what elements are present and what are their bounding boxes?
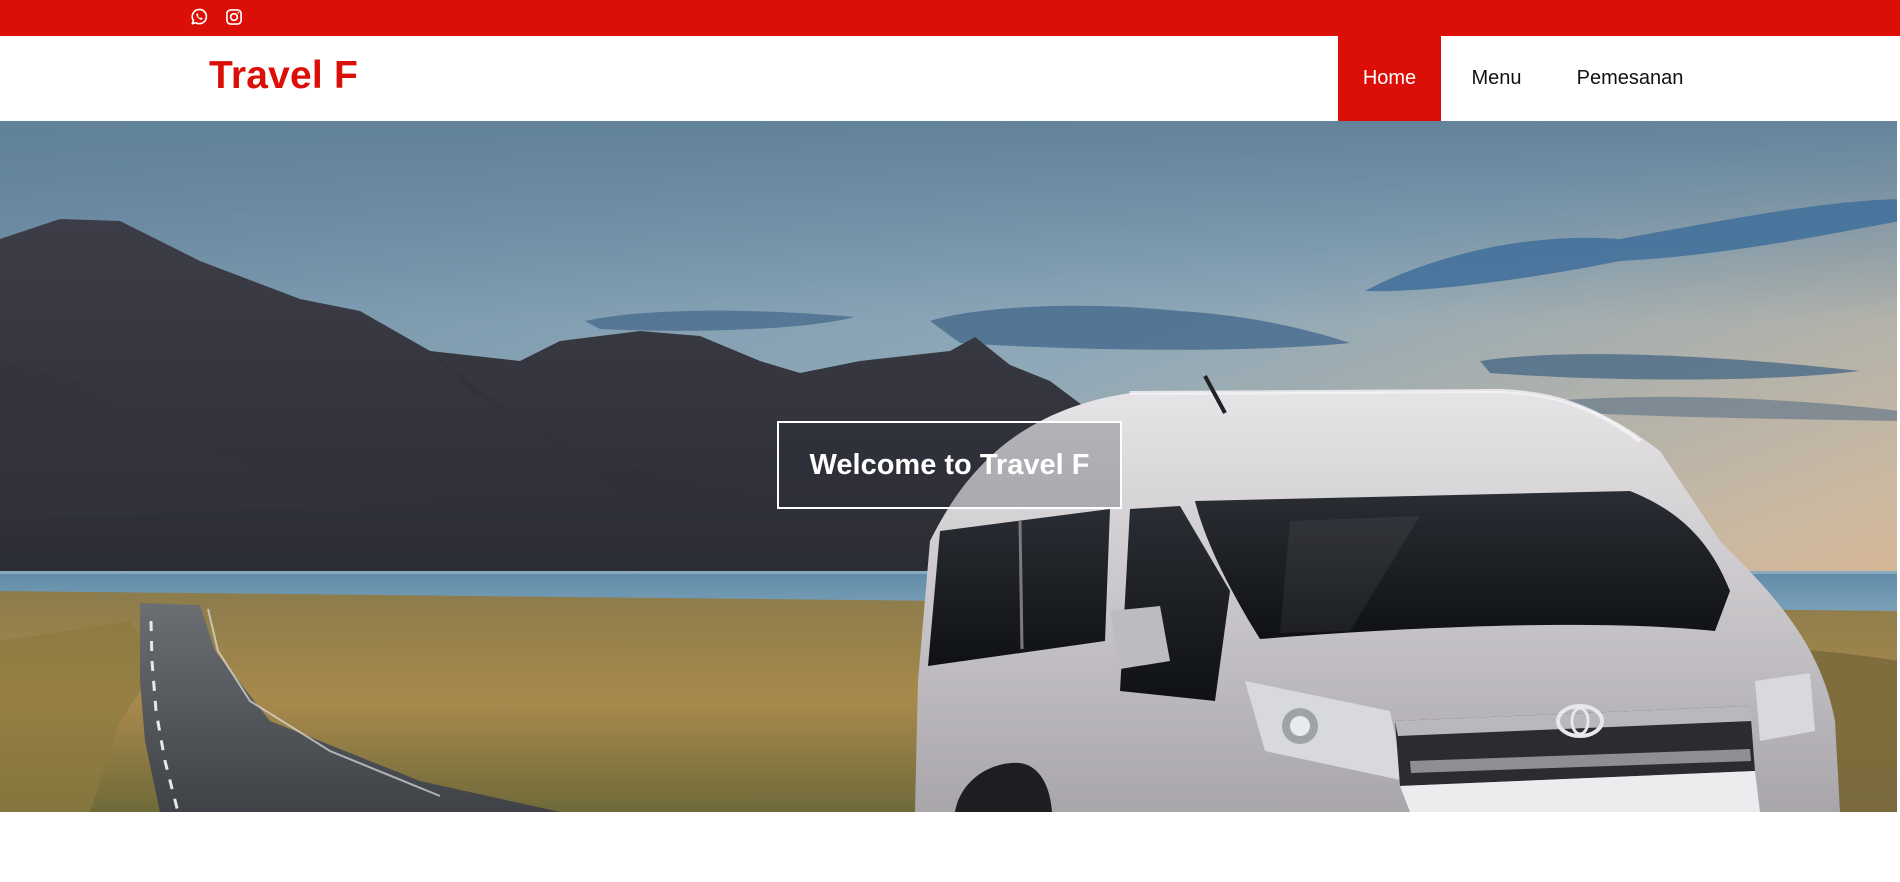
instagram-icon[interactable] — [224, 7, 244, 27]
welcome-heading: Welcome to Travel F — [777, 421, 1122, 509]
whatsapp-icon[interactable] — [189, 7, 209, 27]
nav-home[interactable]: Home — [1338, 36, 1441, 121]
nav-pemesanan[interactable]: Pemesanan — [1552, 36, 1708, 121]
site-header: Travel F Home Menu Pemesanan — [0, 36, 1900, 121]
hero-banner: Welcome to Travel F — [0, 121, 1900, 812]
brand-logo[interactable]: Travel F — [209, 54, 358, 98]
nav-menu[interactable]: Menu — [1441, 36, 1552, 121]
top-bar — [0, 0, 1900, 36]
